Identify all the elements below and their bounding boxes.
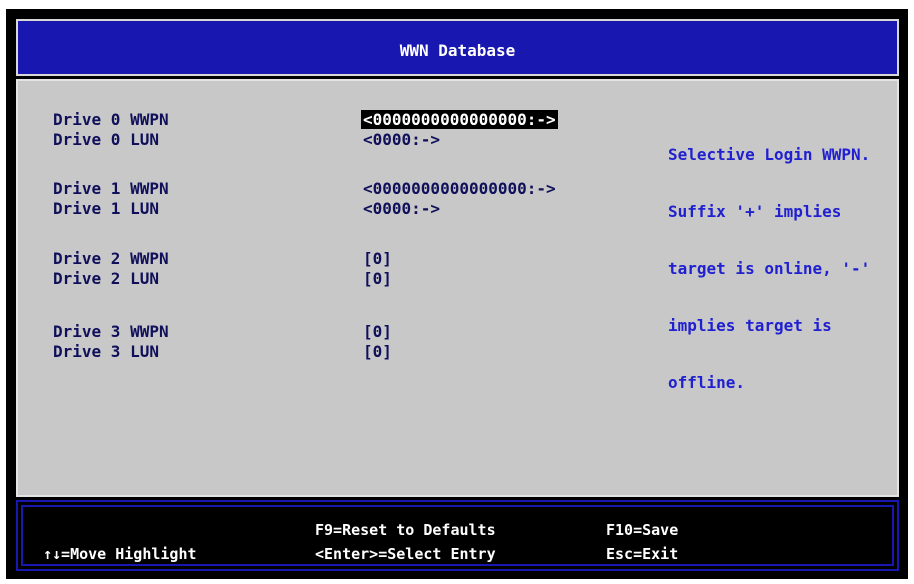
help-text: Selective Login WWPN. Suffix '+' implies…	[668, 107, 908, 430]
key-legend-frame: ↑↓=Move Highlight F9=Reset to Defaults <…	[21, 505, 894, 566]
drive-0-wwpn-label: Drive 0 WWPN	[53, 110, 169, 129]
help-line: Selective Login WWPN.	[668, 145, 871, 164]
drive-2-wwpn-field[interactable]: [0]	[363, 249, 392, 268]
drive-2-wwpn-label: Drive 2 WWPN	[53, 249, 169, 268]
drive-2-lun-field[interactable]: [0]	[363, 269, 392, 288]
drive-0-lun-field[interactable]: <0000:->	[363, 130, 440, 149]
help-line: target is online, '-'	[668, 259, 871, 278]
drive-0-wwpn-field[interactable]: <0000000000000000:->	[361, 110, 558, 129]
title-bar: WWN Database	[16, 19, 899, 76]
drive-1-lun-label: Drive 1 LUN	[53, 199, 159, 218]
help-line: offline.	[668, 373, 746, 392]
drive-1-wwpn-field[interactable]: <0000000000000000:->	[363, 179, 556, 198]
drive-1-wwpn-label: Drive 1 WWPN	[53, 179, 169, 198]
settings-panel: Drive 0 WWPN <0000000000000000:-> Drive …	[16, 79, 899, 497]
save-hint[interactable]: F10=Save	[606, 521, 678, 539]
exit-hint[interactable]: Esc=Exit	[606, 545, 678, 563]
page-title: WWN Database	[399, 41, 516, 60]
help-line: Suffix '+' implies	[668, 202, 842, 221]
drive-1-lun-field[interactable]: <0000:->	[363, 199, 440, 218]
reset-defaults-hint[interactable]: F9=Reset to Defaults	[315, 521, 496, 539]
help-line: implies target is	[668, 316, 832, 335]
drive-3-lun-label: Drive 3 LUN	[53, 342, 159, 361]
drive-3-wwpn-field[interactable]: [0]	[363, 322, 392, 341]
move-highlight-hint: ↑↓=Move Highlight	[43, 545, 197, 563]
bios-screen: WWN Database Drive 0 WWPN <0000000000000…	[6, 9, 908, 579]
drive-0-lun-label: Drive 0 LUN	[53, 130, 159, 149]
drive-2-lun-label: Drive 2 LUN	[53, 269, 159, 288]
drive-3-lun-field[interactable]: [0]	[363, 342, 392, 361]
drive-3-wwpn-label: Drive 3 WWPN	[53, 322, 169, 341]
select-entry-hint[interactable]: <Enter>=Select Entry	[315, 545, 496, 563]
key-legend-bar: ↑↓=Move Highlight F9=Reset to Defaults <…	[16, 500, 899, 571]
